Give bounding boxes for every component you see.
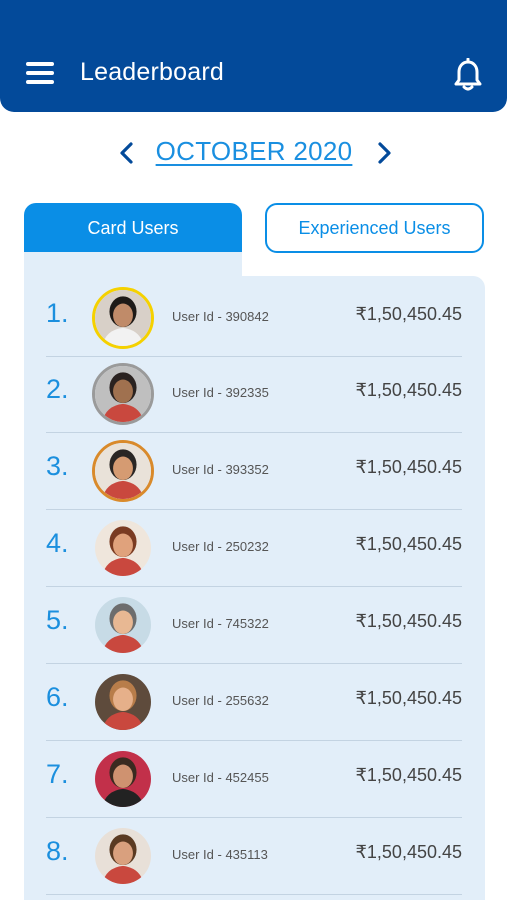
hamburger-menu-icon[interactable] [26, 62, 54, 86]
amount: ₹1,50,450.45 [355, 457, 462, 477]
avatar [92, 287, 154, 349]
user-id: User Id - 392335 [172, 385, 269, 400]
page-title: Leaderboard [80, 58, 224, 86]
avatar [92, 825, 154, 887]
rank-number: 8. [46, 836, 69, 866]
leaderboard-row[interactable]: 8. User Id - 435113 ₹1,50,450.45 [46, 818, 462, 895]
avatar [92, 517, 154, 579]
chevron-right-icon[interactable] [373, 140, 395, 166]
leaderboard-row[interactable]: 2. User Id - 392335 ₹1,50,450.45 [46, 356, 462, 433]
leaderboard-row[interactable]: 3. User Id - 393352 ₹1,50,450.45 [46, 433, 462, 510]
avatar [92, 671, 154, 733]
rank-number: 4. [46, 528, 69, 558]
user-id: User Id - 452455 [172, 770, 269, 785]
amount: ₹1,50,450.45 [355, 380, 462, 400]
rank-number: 7. [46, 759, 69, 789]
user-id: User Id - 435113 [172, 847, 268, 862]
app-header: Leaderboard [0, 0, 507, 112]
leaderboard-row[interactable]: 4. User Id - 250232 ₹1,50,450.45 [46, 510, 462, 587]
leaderboard-row[interactable]: 7. User Id - 452455 ₹1,50,450.45 [46, 741, 462, 818]
leaderboard-row[interactable]: 6. User Id - 255632 ₹1,50,450.45 [46, 664, 462, 741]
rank-number: 3. [46, 451, 69, 481]
row-divider [46, 894, 462, 895]
rank-number: 5. [46, 605, 69, 635]
avatar [92, 594, 154, 656]
chevron-left-icon[interactable] [116, 140, 138, 166]
rank-number: 2. [46, 374, 69, 404]
amount: ₹1,50,450.45 [355, 611, 462, 631]
amount: ₹1,50,450.45 [355, 842, 462, 862]
tab-card-users[interactable]: Card Users [24, 203, 242, 253]
month-label[interactable]: OCTOBER 2020 [148, 136, 360, 167]
avatar [92, 363, 154, 425]
user-id: User Id - 390842 [172, 309, 269, 324]
period-selector: OCTOBER 2020 [0, 132, 507, 176]
user-id: User Id - 255632 [172, 693, 269, 708]
amount: ₹1,50,450.45 [355, 688, 462, 708]
avatar [92, 748, 154, 810]
rank-number: 6. [46, 682, 69, 712]
bell-icon[interactable] [452, 57, 484, 92]
rank-number: 1. [46, 298, 69, 328]
amount: ₹1,50,450.45 [355, 534, 462, 554]
user-id: User Id - 250232 [172, 539, 269, 554]
avatar [92, 440, 154, 502]
leaderboard-row[interactable]: 1. User Id - 390842 ₹1,50,450.45 [46, 280, 462, 357]
amount: ₹1,50,450.45 [355, 304, 462, 324]
tab-experienced-users[interactable]: Experienced Users [265, 203, 484, 253]
panel-tab-connector [24, 252, 242, 278]
user-id: User Id - 745322 [172, 616, 269, 631]
leaderboard-row[interactable]: 5. User Id - 745322 ₹1,50,450.45 [46, 587, 462, 664]
user-id: User Id - 393352 [172, 462, 269, 477]
amount: ₹1,50,450.45 [355, 765, 462, 785]
